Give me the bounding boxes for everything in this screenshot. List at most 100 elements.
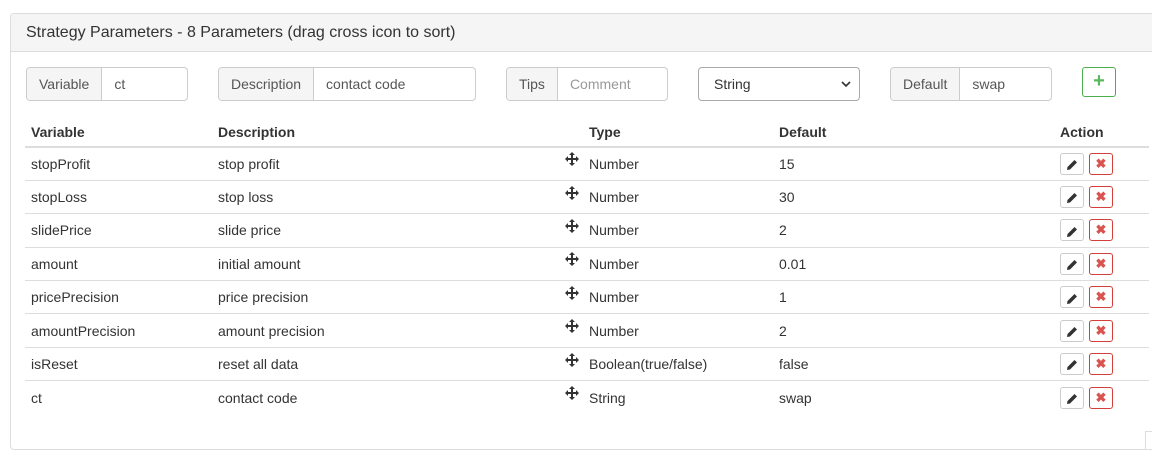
delete-button[interactable]: ✖ [1088,219,1113,242]
move-cross-icon [565,352,579,367]
cell-default: false [773,347,1054,382]
header-action: Action [1054,118,1149,148]
cell-actions: ✖ [1054,213,1149,248]
drag-handle[interactable] [557,347,587,382]
edit-button[interactable] [1060,353,1084,376]
edit-button[interactable] [1060,286,1084,309]
strategy-parameters-panel: Strategy Parameters - 8 Parameters (drag… [10,13,1152,450]
move-cross-icon [565,152,579,167]
cell-default: 0.01 [773,247,1054,282]
cell-variable: amountPrecision [25,313,212,348]
cell-type: Number [587,247,773,282]
drag-handle[interactable] [557,313,587,348]
cell-variable: amount [25,247,212,282]
edit-button[interactable] [1060,219,1084,242]
cell-variable: stopProfit [25,147,212,181]
pencil-icon [1067,260,1077,271]
drag-handle[interactable] [557,180,587,215]
plus-icon: + [1093,70,1105,92]
delete-button[interactable]: ✖ [1088,252,1113,275]
cell-type: Number [587,313,773,348]
cell-actions: ✖ [1054,347,1149,382]
delete-button[interactable]: ✖ [1088,319,1113,342]
cell-actions: ✖ [1054,381,1149,414]
cell-default: 30 [773,180,1054,215]
cell-actions: ✖ [1054,180,1149,215]
cell-description: stop profit [212,147,557,181]
header-description: Description [212,118,557,148]
delete-button[interactable]: ✖ [1088,386,1113,409]
close-icon: ✖ [1095,389,1107,405]
delete-button[interactable]: ✖ [1088,152,1113,175]
parameters-table-body: stopProfit stop profit Number 15 ✖ stopL… [25,147,1149,414]
cell-actions: ✖ [1054,147,1149,181]
cell-type: Number [587,180,773,215]
cell-type: Boolean(true/false) [587,347,773,382]
tips-label: Tips [507,68,558,100]
chevron-down-icon [841,81,851,88]
cell-description: slide price [212,213,557,248]
delete-button[interactable]: ✖ [1088,353,1113,376]
delete-button[interactable]: ✖ [1088,186,1113,209]
table-header-row: Variable Description Type Default Action [25,118,1149,148]
variable-input-group: Variable ct [26,67,188,101]
delete-button[interactable]: ✖ [1088,286,1113,309]
cell-type: String [589,389,626,406]
header-drag [557,118,587,148]
table-row: amount initial amount Number 0.01 ✖ [25,247,1149,282]
close-icon: ✖ [1095,222,1107,238]
move-cross-icon [565,285,579,300]
pencil-icon [1067,326,1077,337]
cell-variable: pricePrecision [25,280,212,315]
cell-default: 1 [773,280,1054,315]
close-icon: ✖ [1095,322,1107,338]
edit-button[interactable] [1060,186,1084,209]
pencil-icon [1067,193,1077,204]
default-input[interactable]: swap [960,68,1051,100]
pencil-icon [1067,226,1077,237]
description-input[interactable]: contact code [314,68,475,100]
cell-description: amount precision [212,313,557,348]
move-cross-icon [565,386,579,401]
drag-handle[interactable] [557,247,587,282]
drag-handle[interactable] [557,213,587,248]
move-cross-icon [565,185,579,200]
drag-handle[interactable] [557,280,587,315]
header-default: Default [773,118,1054,148]
cell-description: contact code [218,389,298,406]
description-input-group: Description contact code [218,67,476,101]
cell-variable: slidePrice [25,213,212,248]
cell-description: reset all data [212,347,557,382]
close-icon: ✖ [1095,155,1107,171]
drag-handle[interactable] [557,381,587,414]
default-label: Default [891,68,961,100]
edit-button[interactable] [1060,252,1084,275]
tips-input[interactable]: Comment [558,68,667,100]
edit-button[interactable] [1060,319,1084,342]
panel-title: Strategy Parameters - 8 Parameters (drag… [11,14,1152,52]
close-icon: ✖ [1095,255,1107,271]
cell-default: swap [779,389,812,406]
cell-actions: ✖ [1054,247,1149,282]
table-row: stopProfit stop profit Number 15 ✖ [25,147,1149,181]
pencil-icon [1067,393,1077,404]
add-parameter-form: Variable ct Description contact code Tip… [11,67,1152,101]
drag-handle[interactable] [557,147,587,181]
edit-button[interactable] [1060,386,1084,409]
table-row: isReset reset all data Boolean(true/fals… [25,347,1149,382]
header-variable: Variable [25,118,212,148]
add-parameter-button[interactable]: + [1082,67,1116,97]
edit-button[interactable] [1060,152,1084,175]
cell-default: 2 [773,213,1054,248]
move-cross-icon [565,218,579,233]
type-select[interactable]: String [698,67,860,101]
close-icon: ✖ [1095,289,1107,305]
cell-variable: stopLoss [25,180,212,215]
table-row: pricePrecision price precision Number 1 … [25,280,1149,315]
default-input-group: Default swap [890,67,1052,101]
parameters-table: Variable Description Type Default Action… [25,118,1149,414]
cell-type: Number [587,147,773,181]
variable-input[interactable]: ct [102,68,187,100]
pencil-icon [1067,360,1077,371]
move-cross-icon [565,319,579,334]
